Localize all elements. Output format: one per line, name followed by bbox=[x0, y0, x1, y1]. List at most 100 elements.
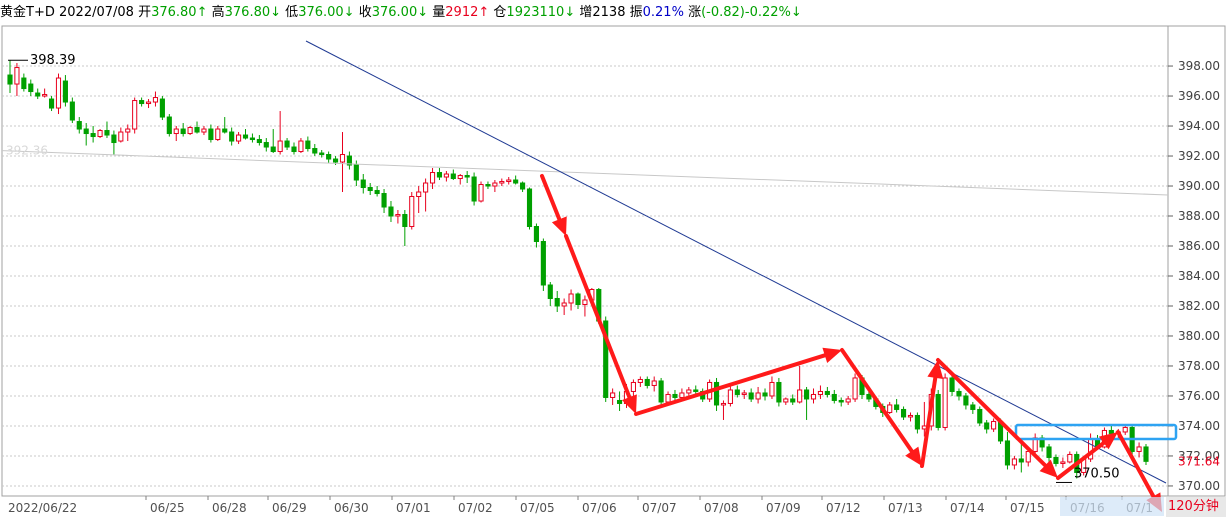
candle-body bbox=[381, 193, 387, 208]
candle-body bbox=[35, 92, 41, 97]
candle-body bbox=[402, 214, 408, 228]
candle-body bbox=[506, 179, 512, 183]
candle-body bbox=[526, 188, 533, 228]
candle-body bbox=[575, 293, 581, 305]
candle-body bbox=[658, 380, 664, 403]
corner-panel[interactable] bbox=[1208, 0, 1226, 18]
candle-body bbox=[582, 299, 588, 305]
candle-body bbox=[1025, 450, 1031, 463]
candle-body bbox=[90, 133, 96, 138]
candle-body bbox=[887, 404, 893, 413]
candle-body bbox=[180, 128, 186, 135]
candle-body bbox=[284, 140, 290, 148]
candle-body bbox=[173, 128, 179, 135]
candle-body bbox=[166, 116, 172, 135]
candlestick-chart[interactable]: 398.00 396.00 394.00 392.00 390.00 388.00 386.… bbox=[0, 0, 1226, 517]
candle-body bbox=[298, 140, 304, 153]
candle-body bbox=[914, 414, 920, 430]
candle-body bbox=[845, 398, 851, 403]
candle-body bbox=[1046, 446, 1052, 458]
candle-body bbox=[533, 226, 540, 243]
candle-body bbox=[942, 377, 948, 428]
candle-body bbox=[672, 393, 678, 398]
x-tick-label: 07/13 bbox=[888, 501, 923, 515]
candle-body bbox=[907, 414, 914, 418]
candle-body bbox=[977, 408, 983, 424]
candle-body bbox=[651, 380, 657, 386]
x-tick-label: 07/06 bbox=[582, 501, 617, 515]
candle-body bbox=[353, 164, 359, 181]
y-tick-label: 392.00 bbox=[1178, 149, 1220, 163]
candle-body bbox=[201, 128, 207, 133]
candle-body bbox=[270, 146, 276, 153]
y-tick-label: 370.00 bbox=[1178, 479, 1220, 493]
candle-body bbox=[866, 393, 872, 400]
candle-body bbox=[374, 190, 380, 195]
candle-body bbox=[561, 302, 567, 307]
candle-body bbox=[713, 381, 720, 406]
candle-body bbox=[1011, 458, 1017, 466]
candle-body bbox=[1004, 440, 1011, 466]
candle-body bbox=[1060, 461, 1066, 464]
faded-level-label: 392.36 bbox=[6, 144, 48, 158]
candle-body bbox=[28, 83, 34, 93]
candle-body bbox=[485, 184, 491, 187]
candle-body bbox=[48, 98, 55, 109]
candle-body bbox=[395, 214, 401, 217]
candle-body bbox=[1108, 429, 1114, 434]
candle-body bbox=[492, 182, 498, 187]
candle-body bbox=[790, 398, 796, 403]
candle-body bbox=[935, 393, 941, 428]
x-tick-label: 06/30 bbox=[334, 501, 369, 515]
candle-body bbox=[443, 173, 449, 178]
y-tick-label: 398.00 bbox=[1178, 59, 1220, 73]
y-tick-label: 378.00 bbox=[1178, 359, 1220, 373]
candle-body bbox=[21, 77, 27, 90]
candle-body bbox=[499, 181, 505, 184]
candle-body bbox=[42, 94, 48, 97]
time-axis-highlight bbox=[1060, 497, 1164, 516]
candle-body bbox=[187, 127, 193, 135]
candle-body bbox=[305, 140, 311, 150]
candle-body bbox=[69, 101, 75, 121]
candle-body bbox=[416, 191, 422, 198]
y-tick-label: 390.00 bbox=[1178, 179, 1220, 193]
candle-body bbox=[949, 377, 955, 392]
candle-body bbox=[748, 392, 754, 400]
period-label[interactable]: 120分钟 bbox=[1166, 497, 1226, 517]
candle-body bbox=[312, 148, 318, 154]
y-tick-label: 374.00 bbox=[1178, 419, 1220, 433]
candle-body bbox=[236, 134, 242, 142]
x-tick-label: 07/02 bbox=[458, 501, 493, 515]
candle-body bbox=[824, 390, 830, 395]
max-price-label: 398.39 bbox=[30, 53, 76, 68]
candle-body bbox=[429, 172, 436, 184]
candle-body bbox=[76, 121, 82, 130]
candle-body bbox=[894, 404, 900, 410]
candle-body bbox=[679, 392, 685, 398]
candle-body bbox=[776, 381, 782, 403]
x-tick-label: 07/07 bbox=[642, 501, 677, 515]
candle-body bbox=[513, 179, 519, 184]
candle-body bbox=[55, 77, 62, 109]
candle-body bbox=[616, 399, 623, 404]
candle-body bbox=[1143, 446, 1149, 462]
candle-body bbox=[1136, 446, 1142, 452]
candle-body bbox=[326, 154, 332, 160]
candle-body bbox=[665, 393, 671, 403]
candle-body bbox=[277, 140, 283, 153]
candle-body bbox=[637, 378, 643, 383]
candle-body bbox=[831, 393, 837, 401]
candle-body bbox=[97, 130, 103, 138]
y-tick-label: 386.00 bbox=[1178, 239, 1220, 253]
x-tick-label: 06/28 bbox=[212, 501, 247, 515]
x-tick-label: 07/08 bbox=[704, 501, 739, 515]
candle-body bbox=[367, 187, 373, 192]
y-tick-label: 384.00 bbox=[1178, 269, 1220, 283]
candle-body bbox=[963, 395, 969, 406]
candle-body bbox=[720, 402, 727, 406]
candle-body bbox=[741, 392, 747, 395]
candle-body bbox=[554, 297, 560, 307]
range-highlight-box bbox=[1014, 423, 1178, 441]
candle-body bbox=[457, 175, 463, 180]
